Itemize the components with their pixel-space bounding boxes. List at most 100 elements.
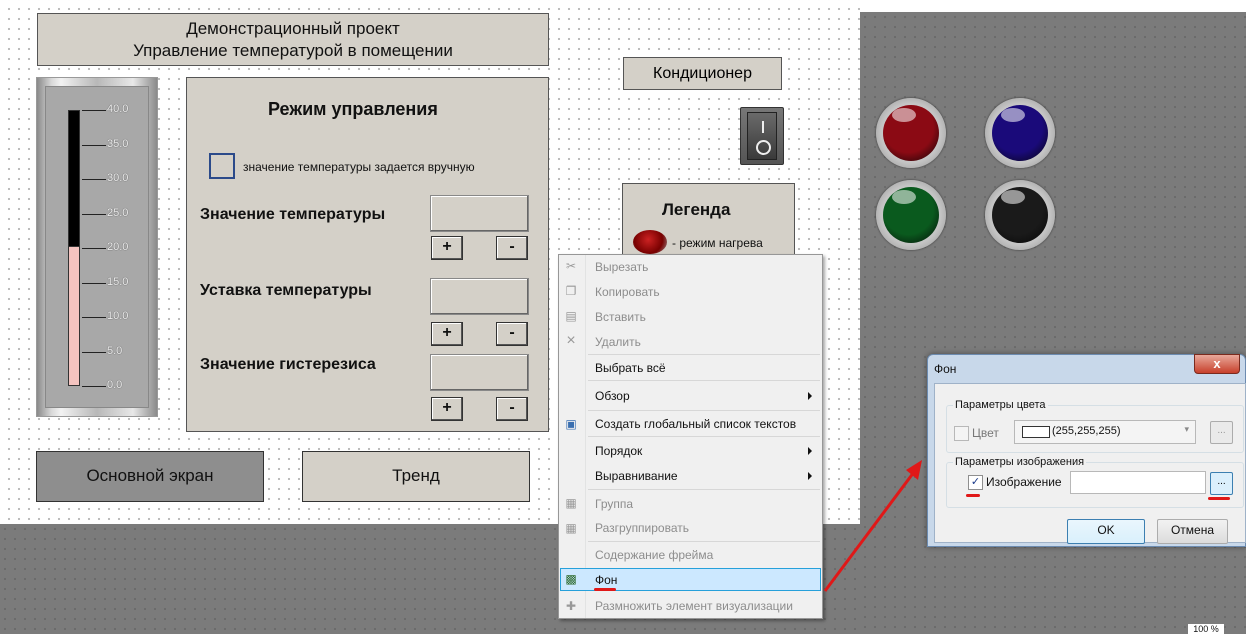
- image-path-input[interactable]: [1070, 471, 1206, 494]
- menu-item-multiply-element[interactable]: Размножить элемент визуализации: [595, 596, 793, 616]
- dialog-close-button[interactable]: x: [1194, 354, 1240, 374]
- control-mode-title: Режим управления: [268, 99, 438, 119]
- green-indicator-lamp[interactable]: [876, 180, 946, 250]
- annotation-underline: [594, 588, 616, 591]
- color-value: (255,255,255): [1052, 425, 1121, 437]
- scale-tick-label: 0.0: [107, 379, 123, 391]
- scale-tick-label: 40.0: [107, 103, 129, 115]
- legend-heating-text: - режим нагрева: [672, 236, 763, 250]
- menu-separator: [588, 541, 820, 542]
- red-indicator-lamp[interactable]: [876, 98, 946, 168]
- cancel-button[interactable]: Отмена: [1157, 519, 1228, 544]
- scale-tick-label: 15.0: [107, 275, 129, 288]
- trend-button[interactable]: Тренд: [302, 451, 530, 502]
- menu-item-cut[interactable]: Вырезать: [595, 257, 648, 277]
- temperature-plus-button[interactable]: +: [431, 236, 463, 260]
- group-icon: ▦: [565, 496, 577, 510]
- setpoint-plus-button[interactable]: +: [431, 322, 463, 346]
- scissors-icon: ✂: [565, 259, 577, 273]
- thermometer-scale-area: [45, 86, 149, 408]
- copy-icon: ❐: [565, 284, 577, 298]
- manual-temperature-checkbox[interactable]: [209, 153, 235, 179]
- scale-tick-label: 20.0: [107, 241, 129, 253]
- legend-title: Легенда: [662, 200, 731, 219]
- menu-separator: [588, 380, 820, 381]
- manual-temperature-label: значение температуры задается вручную: [243, 160, 475, 174]
- menu-item-group[interactable]: Группа: [595, 494, 633, 514]
- menu-item-select-all[interactable]: Выбрать всё: [595, 358, 666, 378]
- scale-tick-label: 25.0: [107, 206, 129, 219]
- zoom-indicator[interactable]: 100 %: [1188, 624, 1224, 634]
- scale-tick: [82, 317, 106, 318]
- image-browse-button[interactable]: ...: [1210, 472, 1233, 495]
- menu-item-align[interactable]: Выравнивание: [595, 466, 678, 486]
- annotation-underline: [1208, 497, 1230, 500]
- scale-tick-label: 10.0: [107, 310, 129, 322]
- setpoint-minus-button[interactable]: -: [496, 322, 528, 346]
- submenu-arrow-icon: [808, 472, 812, 480]
- menu-separator: [588, 354, 820, 355]
- menu-separator: [588, 410, 820, 411]
- delete-icon: ×: [566, 332, 576, 349]
- color-checkbox[interactable]: [954, 426, 969, 441]
- temperature-value-field[interactable]: [430, 195, 529, 232]
- global-text-list-icon: ▣: [565, 417, 577, 431]
- temperature-minus-button[interactable]: -: [496, 236, 528, 260]
- annotation-underline: [966, 494, 980, 497]
- scale-tick: [82, 282, 106, 284]
- image-parameters-title: Параметры изображения: [953, 456, 1087, 468]
- ok-button[interactable]: OK: [1067, 519, 1145, 544]
- hysteresis-minus-button[interactable]: -: [496, 397, 528, 421]
- menu-item-frame-content[interactable]: Содержание фрейма: [595, 545, 713, 565]
- scale-tick-label: 30.0: [107, 172, 129, 184]
- image-checkbox[interactable]: ✓: [968, 475, 983, 490]
- dialog-title: Фон: [934, 362, 957, 376]
- menu-item-browse[interactable]: Обзор: [595, 386, 630, 406]
- menu-separator: [588, 436, 820, 437]
- paste-icon: ▤: [565, 309, 577, 323]
- ungroup-icon: ▦: [565, 521, 577, 535]
- menu-item-delete[interactable]: Удалить: [595, 332, 641, 352]
- color-browse-button[interactable]: ...: [1210, 421, 1233, 444]
- menu-item-create-global-text-list[interactable]: Создать глобальный список текстов: [595, 414, 796, 434]
- hysteresis-plus-button[interactable]: +: [431, 397, 463, 421]
- submenu-arrow-icon: [808, 392, 812, 400]
- menu-item-paste[interactable]: Вставить: [595, 307, 646, 327]
- menu-item-ungroup[interactable]: Разгруппировать: [595, 518, 689, 538]
- project-title-line2: Управление температурой в помещении: [133, 41, 453, 60]
- menu-item-order[interactable]: Порядок: [595, 441, 642, 461]
- menu-separator: [588, 489, 820, 490]
- image-label: Изображение: [986, 475, 1062, 489]
- color-label: Цвет: [972, 426, 999, 440]
- scale-tick: [82, 386, 106, 387]
- project-title-line1: Демонстрационный проект: [186, 19, 400, 38]
- scale-tick: [82, 144, 106, 146]
- scale-tick: [82, 213, 106, 215]
- black-indicator-lamp[interactable]: [985, 180, 1055, 250]
- scale-tick-label: 5.0: [107, 344, 123, 357]
- hysteresis-field[interactable]: [430, 354, 529, 391]
- air-conditioner-label[interactable]: Кондиционер: [623, 57, 782, 90]
- scale-tick: [82, 248, 106, 249]
- scale-tick: [82, 110, 106, 111]
- color-combo[interactable]: (255,255,255) ▾: [1014, 420, 1196, 444]
- setpoint-field[interactable]: [430, 278, 529, 315]
- color-parameters-title: Параметры цвета: [953, 399, 1048, 411]
- background-image-icon: ▩: [565, 572, 577, 586]
- switch-toggle-icon: [747, 112, 777, 160]
- submenu-arrow-icon: [808, 447, 812, 455]
- setpoint-label: Уставка температуры: [200, 282, 372, 299]
- scale-tick: [82, 351, 106, 353]
- menu-item-copy[interactable]: Копировать: [595, 282, 660, 302]
- color-swatch: [1022, 426, 1050, 438]
- scale-tick: [82, 179, 106, 180]
- scale-tick-label: 35.0: [107, 137, 129, 150]
- project-title-box[interactable]: Демонстрационный проект Управление темпе…: [37, 13, 549, 66]
- blue-indicator-lamp[interactable]: [985, 98, 1055, 168]
- main-screen-button[interactable]: Основной экран: [36, 451, 264, 502]
- thermometer-level-fill: [68, 246, 80, 386]
- menu-item-background[interactable]: Фон: [595, 570, 617, 590]
- hysteresis-label: Значение гистерезиса: [200, 356, 376, 373]
- temperature-value-label: Значение температуры: [200, 206, 386, 223]
- legend-red-lamp-icon: [633, 230, 667, 254]
